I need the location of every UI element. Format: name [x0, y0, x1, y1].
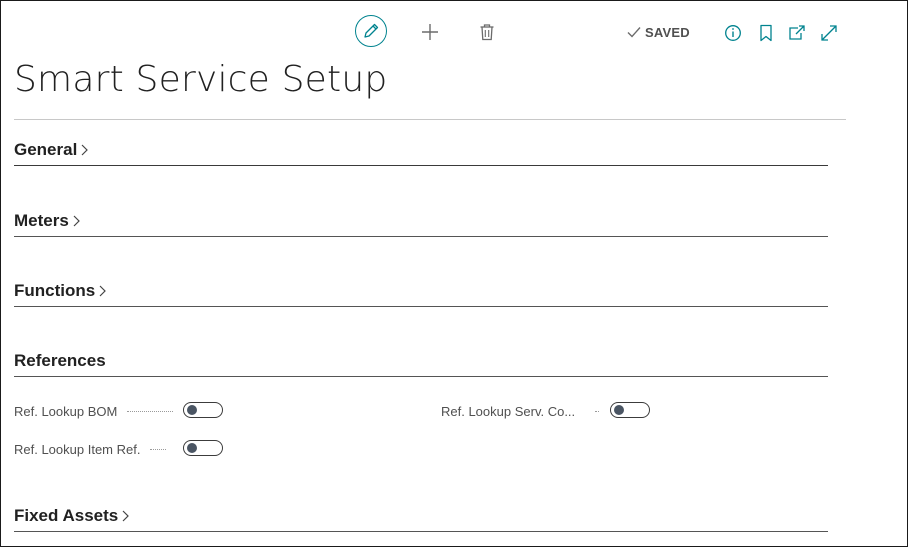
field-ref-lookup-item-ref: Ref. Lookup Item Ref. — [14, 441, 172, 457]
section-title: Fixed Assets — [14, 506, 119, 525]
edit-button[interactable] — [355, 15, 387, 47]
section-header-meters[interactable]: Meters — [14, 210, 828, 232]
page-frame: SAVED Smart Service Setup General Meters… — [0, 0, 908, 547]
section-divider — [14, 165, 828, 166]
new-button[interactable] — [417, 19, 443, 45]
section-title: General — [14, 140, 78, 159]
field-leader-dots — [127, 410, 174, 412]
saved-status: SAVED — [627, 23, 690, 41]
chevron-right-icon — [73, 215, 80, 227]
section-header-fixed-assets[interactable]: Fixed Assets — [14, 505, 828, 527]
section-header-functions[interactable]: Functions — [14, 280, 828, 302]
ref-lookup-serv-co-toggle[interactable] — [610, 402, 650, 418]
checkmark-icon — [627, 27, 641, 38]
saved-label: SAVED — [645, 24, 690, 40]
section-divider — [14, 531, 828, 532]
section-divider — [14, 236, 828, 237]
chevron-right-icon — [99, 285, 107, 297]
info-button[interactable] — [723, 23, 743, 43]
open-new-window-button[interactable] — [787, 23, 807, 43]
field-leader-dots — [150, 448, 167, 450]
expand-icon — [821, 25, 837, 41]
section-general: General — [14, 139, 828, 166]
field-ref-lookup-serv-co: Ref. Lookup Serv. Co... — [441, 403, 605, 419]
section-header-general[interactable]: General — [14, 139, 828, 161]
bookmark-button[interactable] — [756, 23, 776, 43]
page-title: Smart Service Setup — [14, 59, 388, 100]
ref-lookup-item-ref-toggle[interactable] — [183, 440, 223, 456]
bookmark-icon — [760, 24, 772, 42]
info-icon — [725, 25, 741, 41]
section-meters: Meters — [14, 210, 828, 237]
chevron-right-icon — [81, 144, 89, 156]
title-divider — [14, 119, 846, 120]
section-fixed-assets: Fixed Assets — [14, 505, 828, 532]
popout-icon — [789, 25, 805, 40]
expand-button[interactable] — [819, 23, 839, 43]
trash-icon — [480, 24, 494, 41]
section-references: References — [14, 350, 828, 377]
section-title: Meters — [14, 211, 69, 230]
section-functions: Functions — [14, 280, 828, 307]
plus-icon — [422, 24, 438, 40]
delete-button[interactable] — [475, 19, 499, 45]
section-title: References — [14, 351, 106, 370]
section-title: Functions — [14, 281, 96, 300]
field-label: Ref. Lookup BOM — [14, 403, 118, 419]
pencil-icon — [364, 23, 379, 38]
field-label: Ref. Lookup Item Ref. — [14, 441, 141, 457]
section-divider — [14, 376, 828, 377]
section-divider — [14, 306, 828, 307]
section-header-references[interactable]: References — [14, 350, 828, 372]
ref-lookup-bom-toggle[interactable] — [183, 402, 223, 418]
chevron-right-icon — [122, 510, 130, 522]
field-ref-lookup-bom: Ref. Lookup BOM — [14, 403, 179, 419]
field-leader-dots — [595, 410, 600, 412]
field-label: Ref. Lookup Serv. Co... — [441, 403, 576, 419]
